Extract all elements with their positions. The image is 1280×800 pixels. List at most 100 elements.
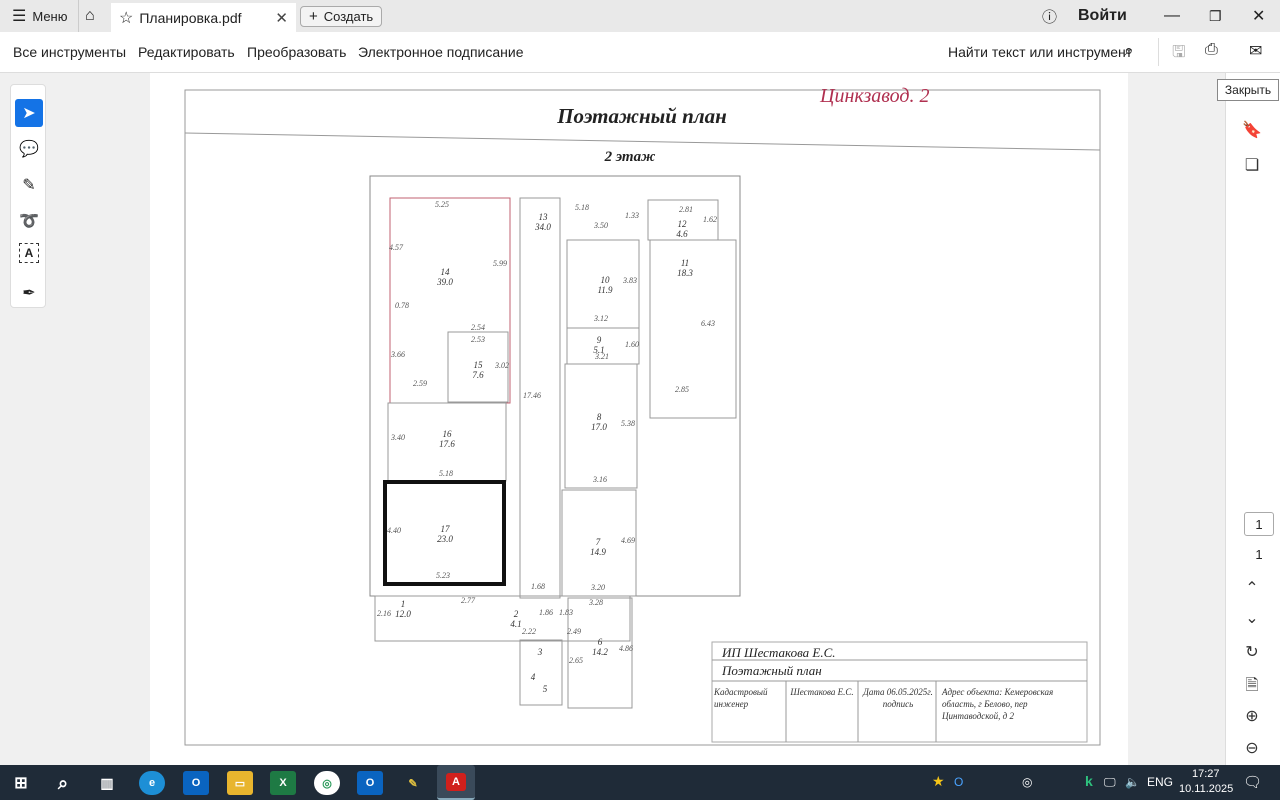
room-area: 12.0: [395, 609, 411, 619]
tray-outlook-icon[interactable]: O: [954, 775, 963, 789]
tab-title: Планировка.pdf: [139, 9, 242, 26]
room-area: 23.0: [437, 534, 453, 544]
dimension-label: 2.85: [675, 385, 689, 394]
dimension-label: 2.22: [522, 627, 536, 636]
print-icon[interactable]: ⎙: [1205, 41, 1218, 59]
app-pen-icon[interactable]: ✎: [400, 771, 426, 795]
menu-button[interactable]: ☰ Меню: [12, 0, 67, 32]
floor-plan-drawing: Цинкзавод. 2 Поэтажный план 2 этаж 1439.…: [184, 85, 1101, 746]
menu-label: Меню: [32, 8, 68, 24]
dimension-label: 6.43: [701, 319, 715, 328]
right-gutter: [1128, 73, 1225, 765]
room-number: 6: [598, 637, 603, 647]
minimize-icon[interactable]: —: [1164, 0, 1180, 32]
home-button[interactable]: ⌂: [78, 0, 95, 32]
tab-planirovka[interactable]: ☆ Планировка.pdf ✕: [111, 3, 296, 32]
tool-esign[interactable]: Электронное подписание: [358, 44, 524, 60]
network-icon[interactable]: 🖵: [1104, 775, 1116, 790]
close-tab-icon[interactable]: ✕: [275, 9, 288, 27]
tool-all-tools[interactable]: Все инструменты: [13, 44, 126, 60]
highlight-tool-icon[interactable]: ✎: [15, 171, 43, 199]
stamp-name: Шестакова Е.С.: [790, 687, 854, 697]
restore-icon[interactable]: ❐: [1209, 0, 1222, 32]
tool-edit[interactable]: Редактировать: [138, 44, 235, 60]
edge-icon[interactable]: e: [139, 771, 165, 795]
star-icon[interactable]: ☆: [119, 8, 133, 28]
dimension-label: 1.68: [531, 582, 545, 591]
dimension-label: 3.20: [590, 583, 605, 592]
taskbar: ⊞ ⌕ ▥ e O ▭ X ◎ O ✎ A ★ O ◎ k 🖵 🔈 ENG 17…: [0, 765, 1280, 800]
stamp-date: Дата 06.05.2025г. подпись: [863, 687, 933, 709]
room-number: 8: [597, 412, 602, 422]
windows-start-icon[interactable]: ⊞: [8, 771, 34, 795]
dimension-label: 2.49: [567, 627, 581, 636]
hamburger-icon: ☰: [12, 8, 27, 25]
notifications-icon[interactable]: 🗨: [1243, 773, 1262, 791]
room-number: 15: [474, 360, 484, 370]
text-tool-icon[interactable]: A: [19, 243, 39, 263]
zoom-in-icon[interactable]: ⊕: [1240, 706, 1264, 726]
search-icon[interactable]: ⌕: [1124, 41, 1134, 61]
plan-title: Поэтажный план: [556, 104, 727, 128]
app-green-icon[interactable]: ◎: [314, 771, 340, 795]
room-area: 17.6: [439, 439, 455, 449]
outlook-icon[interactable]: O: [183, 771, 209, 795]
dimension-label: 3.02: [494, 361, 509, 370]
floor-label: 2 этаж: [604, 149, 656, 165]
fit-page-icon[interactable]: 🗎: [1240, 674, 1264, 701]
home-icon: ⌂: [85, 7, 95, 24]
language-indicator[interactable]: ENG: [1147, 775, 1173, 789]
excel-icon[interactable]: X: [270, 771, 296, 795]
dimension-label: 1.60: [625, 340, 639, 349]
stamp-org: ИП Шестакова Е.С.: [721, 645, 836, 660]
room-number: 4: [531, 672, 536, 682]
select-tool-icon[interactable]: ➤: [15, 99, 43, 127]
dimension-label: 5.18: [575, 203, 589, 212]
dimension-label: 3.12: [593, 314, 608, 323]
room-number: 14: [441, 267, 451, 277]
tray-k-icon[interactable]: k: [1085, 773, 1093, 789]
signin-button[interactable]: Войти: [1078, 0, 1127, 32]
zoom-out-icon[interactable]: ⊖: [1240, 738, 1264, 758]
comment-tool-icon[interactable]: 💬: [15, 135, 43, 163]
clock-time[interactable]: 17:27: [1192, 768, 1220, 780]
dimension-label: 4.40: [387, 526, 401, 535]
clock-date[interactable]: 10.11.2025: [1179, 783, 1233, 795]
tray-star-icon[interactable]: ★: [932, 773, 945, 790]
sign-tool-icon[interactable]: ✒: [15, 279, 43, 307]
dimension-label: 1.33: [625, 211, 639, 220]
acrobat-icon[interactable]: A: [437, 765, 475, 800]
dimension-label: 2.59: [413, 379, 427, 388]
dimension-label: 1.83: [559, 608, 573, 617]
tray-app-icon[interactable]: ◎: [1022, 775, 1032, 789]
email-icon[interactable]: ✉: [1249, 41, 1262, 61]
handwritten-note: Цинкзавод. 2: [819, 85, 930, 107]
dimension-label: 3.21: [594, 352, 609, 361]
dimension-label: 3.66: [390, 350, 405, 359]
page-number-input[interactable]: 1: [1244, 512, 1274, 536]
pages-icon[interactable]: ❏: [1240, 155, 1264, 175]
outlook-2-icon[interactable]: O: [357, 771, 383, 795]
next-page-icon[interactable]: ⌄: [1240, 608, 1264, 628]
search-icon[interactable]: ⌕: [50, 771, 76, 795]
create-button[interactable]: + Создать: [300, 6, 383, 27]
dimension-label: 3.16: [592, 475, 607, 484]
help-icon[interactable]: ⓘ: [1042, 0, 1057, 32]
pdf-page-view[interactable]: Цинкзавод. 2 Поэтажный план 2 этаж 14 39.…: [150, 73, 1128, 765]
dimension-label: 4.86: [619, 644, 633, 653]
draw-tool-icon[interactable]: ➰: [15, 207, 43, 235]
search-tools-button[interactable]: Найти текст или инструмент: [948, 44, 1132, 60]
dimension-label: 4.69: [621, 536, 635, 545]
dimension-label: 5.99: [493, 259, 507, 268]
rotate-icon[interactable]: ↻: [1240, 642, 1264, 662]
bookmark-icon[interactable]: 🔖: [1240, 120, 1264, 140]
file-explorer-icon[interactable]: ▭: [227, 771, 253, 795]
tool-convert[interactable]: Преобразовать: [247, 44, 346, 60]
task-view-icon[interactable]: ▥: [94, 771, 120, 795]
room-area: 14.2: [592, 647, 608, 657]
room-number: 2: [514, 609, 519, 619]
close-window-icon[interactable]: ✕: [1252, 0, 1265, 32]
volume-icon[interactable]: 🔈: [1125, 775, 1140, 789]
save-icon[interactable]: 🖫: [1172, 41, 1186, 68]
prev-page-icon[interactable]: ⌃: [1240, 578, 1264, 598]
